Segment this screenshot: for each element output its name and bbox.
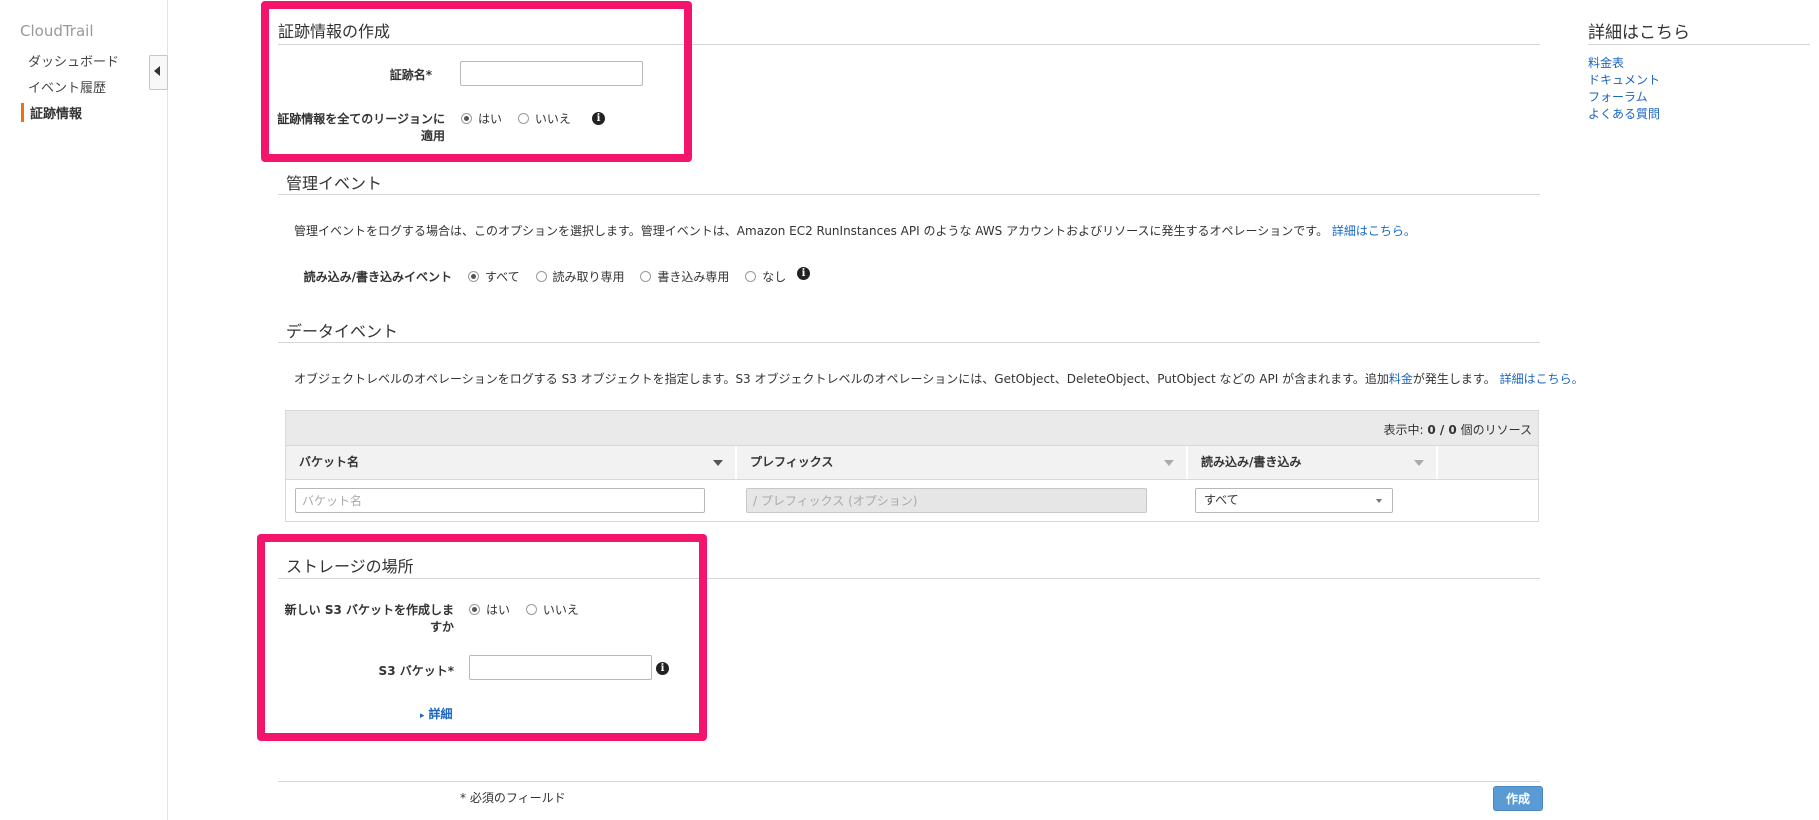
column-header-rw[interactable]: 読み込み/書き込み bbox=[1188, 446, 1438, 479]
resource-count-suffix: 個のリソース bbox=[1456, 423, 1532, 437]
table-toolbar: 表示中: 0 / 0 個のリソース bbox=[286, 411, 1538, 445]
resource-count-value: 0 / 0 bbox=[1427, 423, 1457, 437]
divider bbox=[278, 342, 1540, 343]
chevron-left-icon bbox=[154, 66, 160, 76]
faq-link[interactable]: よくある質問 bbox=[1588, 105, 1660, 122]
forum-link[interactable]: フォーラム bbox=[1588, 88, 1648, 105]
pricing-link[interactable]: 料金 bbox=[1389, 372, 1413, 386]
nav-item-trails[interactable]: 証跡情報 bbox=[21, 103, 82, 122]
column-label: プレフィックス bbox=[750, 455, 834, 469]
column-label: バケット名 bbox=[299, 455, 360, 469]
resource-count-prefix: 表示中: bbox=[1383, 423, 1428, 437]
management-description-text: 管理イベントをログする場合は、このオプションを選択します。管理イベントは、Ama… bbox=[294, 224, 1329, 238]
nav-item-dashboard[interactable]: ダッシュボード bbox=[22, 51, 119, 70]
info-icon[interactable]: i bbox=[797, 267, 810, 280]
chevron-down-icon bbox=[1376, 499, 1382, 503]
data-events-learn-more-link[interactable]: 詳細はこちら。 bbox=[1500, 372, 1584, 386]
create-button[interactable]: 作成 bbox=[1493, 786, 1543, 811]
highlight-box-trail bbox=[261, 1, 692, 162]
right-sidebar-title: 詳細はこちら bbox=[1588, 23, 1690, 43]
required-fields-note: * 必須のフィールド bbox=[460, 791, 566, 805]
sort-caret-icon[interactable] bbox=[1414, 460, 1424, 466]
divider bbox=[278, 194, 1540, 195]
radio-icon[interactable] bbox=[535, 271, 547, 282]
documentation-link[interactable]: ドキュメント bbox=[1588, 71, 1660, 88]
rw-select-value: すべて bbox=[1204, 493, 1239, 507]
column-label: 読み込み/書き込み bbox=[1201, 455, 1302, 469]
radio-selected-icon[interactable] bbox=[468, 271, 479, 282]
rw-events-label: 読み込み/書き込みイベント bbox=[303, 270, 452, 284]
data-events-table: 表示中: 0 / 0 個のリソース バケット名 プレフィックス 読み込み/書き込… bbox=[285, 410, 1539, 522]
option-label: 書き込み専用 bbox=[657, 270, 730, 284]
rw-events-radio-group: すべて 読み取り専用 書き込み専用 なし bbox=[468, 268, 798, 285]
divider bbox=[1588, 44, 1810, 45]
prefix-input bbox=[746, 488, 1147, 513]
radio-icon[interactable] bbox=[745, 271, 757, 282]
collapse-sidebar-button[interactable] bbox=[149, 55, 168, 90]
data-events-description: オブジェクトレベルのオペレーションをログする S3 オブジェクトを指定します。S… bbox=[294, 370, 1584, 387]
rw-writeonly-option[interactable]: 書き込み専用 bbox=[640, 270, 729, 284]
option-label: なし bbox=[762, 270, 787, 284]
highlight-box-storage bbox=[257, 534, 707, 741]
data-events-description-text-2: が発生します。 bbox=[1412, 372, 1496, 386]
option-label: 読み取り専用 bbox=[552, 270, 625, 284]
sort-caret-icon[interactable] bbox=[713, 460, 723, 466]
option-label: すべて bbox=[485, 270, 520, 284]
nav-item-event-history[interactable]: イベント履歴 bbox=[22, 77, 106, 96]
data-events-description-text: オブジェクトレベルのオペレーションをログする S3 オブジェクトを指定します。S… bbox=[294, 372, 1389, 386]
rw-select[interactable]: すべて bbox=[1195, 488, 1393, 513]
rw-all-option[interactable]: すべて bbox=[468, 270, 520, 284]
data-events-section-title: データイベント bbox=[286, 322, 399, 341]
left-navigation: CloudTrail ダッシュボード イベント履歴 証跡情報 bbox=[0, 0, 168, 820]
bucket-name-input[interactable] bbox=[295, 488, 705, 513]
service-title[interactable]: CloudTrail bbox=[20, 22, 94, 40]
divider bbox=[278, 781, 1540, 782]
rw-readonly-option[interactable]: 読み取り専用 bbox=[535, 270, 625, 284]
sort-caret-icon[interactable] bbox=[1164, 460, 1174, 466]
column-header-bucket[interactable]: バケット名 bbox=[286, 446, 737, 479]
management-description: 管理イベントをログする場合は、このオプションを選択します。管理イベントは、Ama… bbox=[294, 222, 1416, 239]
pricing-table-link[interactable]: 料金表 bbox=[1588, 54, 1624, 71]
rw-none-option[interactable]: なし bbox=[745, 270, 786, 284]
management-learn-more-link[interactable]: 詳細はこちら。 bbox=[1332, 224, 1416, 238]
resource-count: 表示中: 0 / 0 個のリソース bbox=[1383, 421, 1532, 438]
table-header: バケット名 プレフィックス 読み込み/書き込み bbox=[286, 445, 1538, 480]
radio-icon[interactable] bbox=[640, 271, 652, 282]
column-header-prefix[interactable]: プレフィックス bbox=[737, 446, 1188, 479]
management-section-title: 管理イベント bbox=[286, 174, 383, 193]
